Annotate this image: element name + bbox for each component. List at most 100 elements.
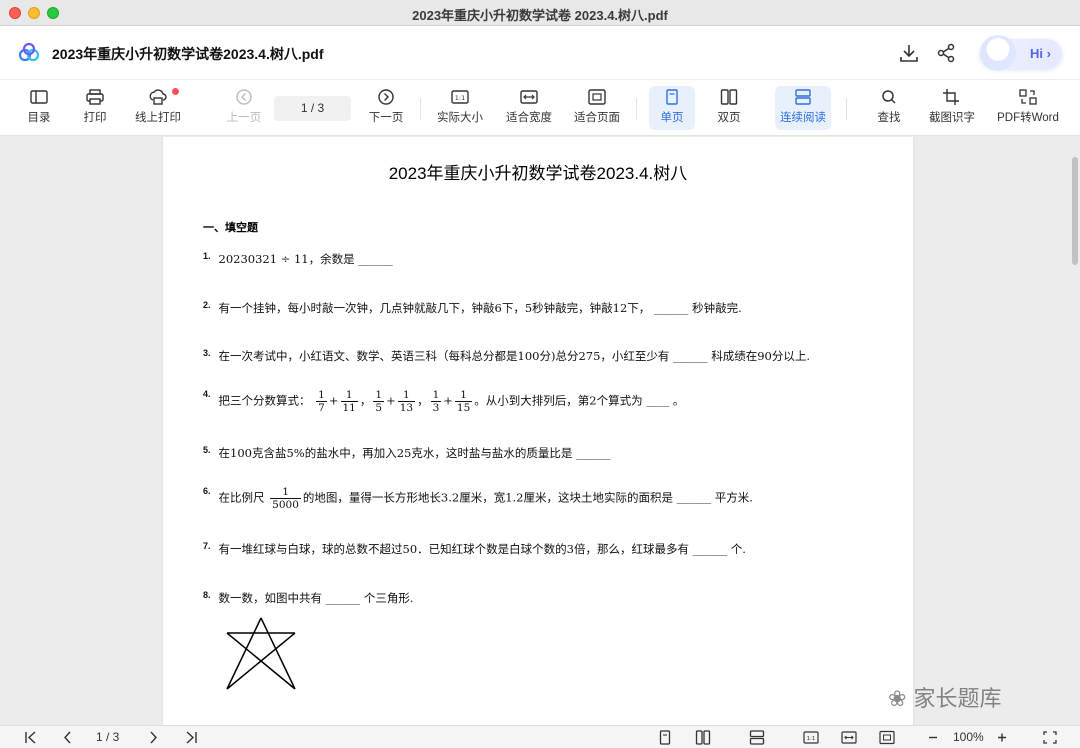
crop-icon: [943, 89, 959, 105]
vertical-scrollbar[interactable]: [1072, 157, 1078, 265]
bottom-bar: 1 / 3 1:1 100%: [0, 725, 1080, 748]
chevron-right-circle-icon: [378, 89, 394, 105]
bottom-page-indicator[interactable]: 1 / 3: [96, 730, 119, 744]
assistant-label: Hi ›: [1030, 46, 1051, 61]
question-number: 3.: [203, 348, 211, 358]
assistant-avatar: [980, 35, 1016, 71]
watermark: ❀ 家长题库: [888, 687, 1002, 712]
next-page-label: 下一页: [368, 112, 404, 124]
chevron-left-circle-icon: [236, 89, 252, 105]
actual-size-label: 实际大小: [437, 112, 483, 124]
actual-size-icon[interactable]: 1:1: [803, 730, 819, 745]
question-number: 6.: [203, 486, 211, 496]
app-logo-icon: [18, 42, 40, 62]
fullscreen-icon[interactable]: [1043, 730, 1057, 745]
search-icon: [882, 90, 896, 104]
app-header: 2023年重庆小升初数学试卷2023.4.树八.pdf Hi ›: [0, 26, 1080, 80]
page-number-input[interactable]: 1 / 3: [274, 96, 351, 121]
fraction: 13: [430, 389, 442, 414]
notification-dot: [172, 88, 179, 95]
chevron-right-icon[interactable]: [147, 730, 159, 745]
window-title: 2023年重庆小升初数学试卷 2023.4.树八.pdf: [412, 8, 668, 23]
question-item: 8. 数一数，如图中共有 ______ 个三角形.: [203, 590, 413, 606]
cloud-print-icon: [149, 89, 167, 105]
prev-page-button[interactable]: 上一页: [222, 86, 266, 130]
fraction: 1 15: [454, 389, 473, 414]
question-text: 20230321 ÷ 11，余数是 ______: [218, 252, 393, 266]
online-print-button[interactable]: 线上打印: [128, 86, 188, 130]
document-title: 2023年重庆小升初数学试卷2023.4.树八.pdf: [52, 46, 324, 62]
toolbar-divider: [846, 98, 847, 120]
question-text: 数一数，如图中共有 ______ 个三角形.: [218, 591, 414, 605]
question-text: 有一个挂钟，每小时敲一次钟，几点钟就敲几下，钟敲6下，5秒钟敲完，钟敲12下， …: [218, 301, 742, 315]
question-text: 在100克含盐5%的盐水中，再加入25克水，这时盐与盐水的质量比是 ______: [218, 446, 611, 460]
question-number: 7.: [203, 541, 211, 551]
printer-icon: [86, 89, 104, 105]
fit-width-button[interactable]: 适合宽度: [502, 86, 556, 130]
fraction: 1 11: [340, 389, 358, 414]
zoom-level[interactable]: 100%: [953, 730, 984, 744]
assistant-button[interactable]: Hi ›: [980, 35, 1062, 71]
single-page-label: 单页: [660, 112, 684, 124]
question-item: 5. 在100克含盐5%的盐水中，再加入25克水，这时盐与盐水的质量比是 ____…: [203, 445, 611, 461]
screenshot-ocr-label: 截图识字: [929, 112, 975, 124]
next-page-button[interactable]: 下一页: [364, 86, 408, 130]
actual-size-icon: 1:1: [451, 90, 469, 104]
toolbar-divider: [420, 98, 421, 120]
fit-width-icon[interactable]: [841, 730, 857, 745]
online-print-label: 线上打印: [135, 112, 181, 124]
print-button[interactable]: 打印: [74, 86, 116, 130]
svg-text:1:1: 1:1: [455, 94, 465, 102]
prev-page-label: 上一页: [226, 112, 262, 124]
question-number: 8.: [203, 590, 211, 600]
continuous-scroll-icon[interactable]: [749, 730, 765, 745]
continuous-scroll-icon: [795, 89, 811, 105]
question-number: 1.: [203, 251, 211, 261]
find-button[interactable]: 查找: [870, 86, 908, 130]
convert-icon: [1019, 89, 1037, 105]
double-page-button[interactable]: 双页: [706, 86, 752, 130]
pdf-page: 2023年重庆小升初数学试卷2023.4.树八 一、填空题 1. 20230321…: [163, 137, 913, 725]
toc-button[interactable]: 目录: [18, 86, 60, 130]
double-page-icon[interactable]: [695, 730, 711, 745]
single-page-button[interactable]: 单页: [649, 86, 695, 130]
continuous-read-label: 连续阅读: [780, 112, 826, 124]
toc-icon: [30, 90, 48, 104]
fit-page-icon[interactable]: [879, 730, 895, 745]
continuous-read-button[interactable]: 连续阅读: [775, 86, 831, 130]
toolbar: 目录 打印 线上打印 上一页 1 / 3 下一页 1:1 实际大小 适合宽度 适…: [0, 80, 1080, 136]
question-text: 把三个分数算式： 1 7 +1 11， 1 5 +1 13， 1 3 +1 15 。从小到大排列后，第2…: [218, 389, 685, 414]
last-page-icon[interactable]: [184, 730, 198, 745]
fit-width-icon: [520, 90, 538, 104]
question-item: 1. 20230321 ÷ 11，余数是 ______: [203, 251, 393, 267]
chevron-left-icon[interactable]: [62, 730, 74, 745]
section-heading: 一、填空题: [203, 222, 258, 234]
zoom-in-icon[interactable]: [996, 730, 1008, 745]
fraction: 1 13: [397, 389, 416, 414]
fit-page-label: 适合页面: [574, 112, 620, 124]
document-viewer[interactable]: 2023年重庆小升初数学试卷2023.4.树八 一、填空题 1. 20230321…: [0, 137, 1080, 725]
question-item: 6. 在比例尺 1 5000 的地图，量得一长方形地长3.2厘米，宽1.2厘米，这块土…: [203, 486, 753, 511]
triangle-figure: [226, 617, 296, 690]
window-titlebar: 2023年重庆小升初数学试卷 2023.4.树八.pdf: [0, 0, 1080, 26]
question-item: 3. 在一次考试中，小红语文、数学、英语三科（每科总分都是100分)总分275，小…: [203, 348, 810, 364]
fit-page-button[interactable]: 适合页面: [570, 86, 624, 130]
print-label: 打印: [83, 112, 107, 124]
single-page-icon: [666, 89, 678, 105]
question-text: 在一次考试中，小红语文、数学、英语三科（每科总分都是100分)总分275，小红至…: [218, 349, 810, 363]
question-number: 5.: [203, 445, 211, 455]
fraction: 17: [316, 389, 327, 414]
toolbar-divider: [636, 98, 637, 120]
fit-width-label: 适合宽度: [506, 112, 552, 124]
actual-size-button[interactable]: 1:1 实际大小: [433, 86, 487, 130]
share-icon[interactable]: [935, 42, 957, 64]
zoom-out-icon[interactable]: [927, 730, 939, 745]
svg-text:1:1: 1:1: [807, 736, 816, 742]
question-item: 7. 有一堆红球与白球，球的总数不超过50．已知红球个数是白球个数的3倍，那么，红…: [203, 541, 746, 557]
download-icon[interactable]: [898, 42, 920, 64]
single-page-icon[interactable]: [658, 730, 672, 745]
pdf-to-word-button[interactable]: PDF转Word: [994, 86, 1062, 130]
first-page-icon[interactable]: [24, 730, 38, 745]
screenshot-ocr-button[interactable]: 截图识字: [924, 86, 980, 130]
double-page-label: 双页: [717, 112, 741, 124]
